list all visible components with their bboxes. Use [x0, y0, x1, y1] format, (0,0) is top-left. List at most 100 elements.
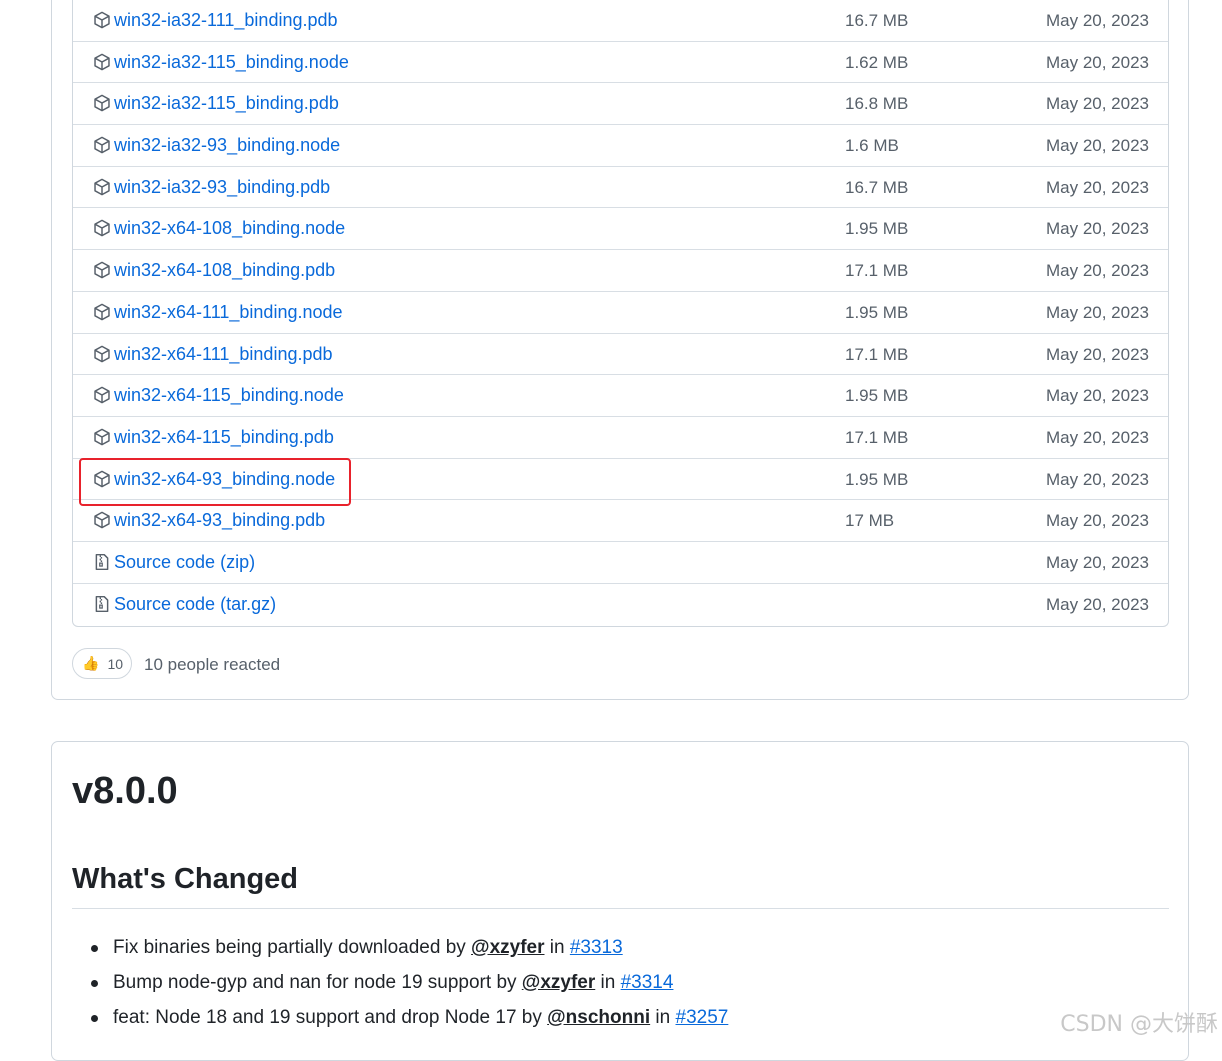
asset-row: win32-x64-111_binding.pdb 17.1 MB May 20, …: [73, 334, 1168, 376]
asset-name: win32-ia32-93_binding.node: [114, 135, 341, 156]
change-connector: in: [595, 972, 621, 993]
change-connector: in: [544, 937, 570, 958]
asset-date: May 20, 2023: [1045, 344, 1149, 364]
reaction-summary: 10 people reacted: [144, 655, 281, 674]
asset-row: win32-ia32-111_binding.pdb 16.7 MB May 20,…: [73, 0, 1168, 42]
pull-request-link[interactable]: #3314: [621, 972, 674, 993]
asset-download-link[interactable]: win32-ia32-93_binding.pdb: [114, 177, 330, 198]
change-text: Bump node-gyp and nan for node 19 suppor…: [113, 972, 522, 993]
user-mention-link[interactable]: @xzyfer: [471, 937, 544, 958]
asset-date: May 20, 2023: [1045, 594, 1149, 614]
asset-download-link[interactable]: win32-ia32-115_binding.pdb: [114, 93, 339, 114]
asset-date: May 20, 2023: [1045, 386, 1149, 406]
asset-date: May 20, 2023: [1045, 94, 1149, 114]
asset-download-link[interactable]: win32-ia32-93_binding.node: [114, 135, 340, 156]
asset-row: win32-ia32-115_binding.pdb 16.8 MB May 20,…: [73, 83, 1168, 126]
release-version-title[interactable]: v8.0.0: [72, 770, 178, 813]
reaction-button[interactable]: 👍 10: [72, 648, 132, 679]
asset-name: win32-x64-111_binding.node: [114, 301, 343, 322]
package-icon: [94, 428, 110, 446]
pull-request-link[interactable]: #3257: [676, 1007, 729, 1028]
asset-size: 1.95 MB: [845, 302, 909, 322]
asset-date: May 20, 2023: [1045, 136, 1149, 156]
package-icon: [94, 386, 110, 404]
asset-name: win32-ia32-115_binding.pdb: [114, 93, 339, 114]
thumbs-up-icon: 👍: [82, 655, 100, 671]
asset-name: win32-x64-111_binding.pdb: [114, 343, 333, 364]
assets-list: win32-ia32-111_binding.pdb 16.7 MB May 20,…: [72, 0, 1169, 627]
package-icon: [94, 53, 110, 71]
asset-size: 17.1 MB: [845, 427, 909, 447]
asset-name: Source code: [114, 551, 216, 572]
asset-date: May 20, 2023: [1045, 177, 1149, 197]
change-item: Fix binaries being partially downloaded …: [90, 930, 728, 965]
package-icon: [94, 220, 110, 237]
asset-size: 16.7 MB: [845, 11, 909, 30]
package-icon: [94, 303, 110, 321]
asset-row: win32-ia32-93_binding.node 1.6 MB May 20, …: [73, 125, 1168, 167]
asset-download-link[interactable]: win32-x64-108_binding.pdb: [114, 260, 335, 281]
asset-size: 1.95 MB: [845, 386, 909, 406]
asset-date: May 20, 2023: [1045, 11, 1149, 30]
asset-row: win32-x64-115_binding.pdb 17.1 MB May 20, …: [73, 417, 1168, 459]
asset-row: win32-x64-115_binding.node 1.95 MB May 20,…: [73, 375, 1168, 417]
package-icon: [94, 511, 110, 529]
user-mention-link[interactable]: @xzyfer: [522, 972, 595, 993]
asset-row: Source code (zip) May 20, 2023: [73, 542, 1168, 584]
asset-name: win32-ia32-111_binding.pdb: [114, 10, 338, 30]
change-item: Bump node-gyp and nan for node 19 suppor…: [90, 965, 728, 1000]
asset-download-link[interactable]: Source code (zip): [114, 552, 255, 573]
section-divider: [72, 908, 1169, 909]
asset-size: 1.95 MB: [845, 219, 909, 239]
asset-ext: (zip): [220, 551, 256, 572]
changes-list: Fix binaries being partially downloaded …: [90, 930, 728, 1035]
asset-date: May 20, 2023: [1045, 261, 1149, 281]
asset-size: 1.6 MB: [845, 136, 899, 156]
file-zip-icon: [95, 595, 109, 612]
asset-download-link[interactable]: win32-x64-115_binding.node: [114, 385, 344, 406]
asset-download-link[interactable]: win32-ia32-115_binding.node: [114, 52, 349, 73]
asset-ext: (tar.gz): [220, 593, 277, 614]
asset-size: 1.62 MB: [845, 52, 909, 72]
asset-download-link[interactable]: win32-x64-115_binding.pdb: [114, 427, 334, 448]
change-text: Fix binaries being partially downloaded …: [113, 937, 472, 958]
section-title: What's Changed: [72, 863, 299, 895]
user-mention-link[interactable]: @nschonni: [547, 1007, 650, 1028]
asset-name: Source code: [114, 593, 216, 614]
asset-size: 17.1 MB: [845, 344, 909, 364]
asset-date: May 20, 2023: [1045, 511, 1149, 531]
file-zip-icon: [95, 553, 109, 570]
change-connector: in: [650, 1007, 676, 1028]
asset-date: May 20, 2023: [1045, 219, 1149, 239]
reaction-count: 10: [107, 655, 124, 672]
asset-date: May 20, 2023: [1045, 552, 1149, 572]
asset-row: win32-x64-93_binding.pdb 17 MB May 20, 202…: [73, 500, 1168, 542]
watermark: CSDN @大饼酥: [1060, 1012, 1218, 1037]
asset-download-link[interactable]: win32-x64-111_binding.node: [114, 302, 343, 323]
asset-date: May 20, 2023: [1045, 469, 1149, 489]
asset-row: win32-x64-111_binding.node 1.95 MB May 20,…: [73, 292, 1168, 334]
asset-date: May 20, 2023: [1045, 302, 1149, 322]
asset-download-link[interactable]: Source code (tar.gz): [114, 594, 276, 615]
asset-download-link[interactable]: win32-ia32-111_binding.pdb: [114, 10, 338, 31]
package-icon: [94, 261, 110, 279]
asset-name: win32-x64-115_binding.pdb: [114, 426, 334, 447]
highlight-box: [79, 458, 351, 506]
asset-name: win32-ia32-93_binding.pdb: [114, 176, 331, 197]
asset-download-link[interactable]: win32-x64-111_binding.pdb: [114, 344, 333, 365]
package-icon: [94, 178, 110, 196]
change-item: feat: Node 18 and 19 support and drop No…: [90, 1000, 728, 1035]
asset-row: win32-ia32-93_binding.pdb 16.7 MB May 20, …: [73, 167, 1168, 209]
asset-name: win32-x64-115_binding.node: [114, 385, 344, 406]
pull-request-link[interactable]: #3313: [570, 937, 623, 958]
change-text: feat: Node 18 and 19 support and drop No…: [113, 1007, 548, 1028]
asset-size: 17 MB: [845, 511, 895, 531]
asset-name: win32-ia32-115_binding.node: [114, 51, 349, 72]
asset-row: win32-x64-108_binding.node 1.95 MB May 20,…: [73, 208, 1168, 251]
asset-download-link[interactable]: win32-x64-108_binding.node: [114, 218, 345, 239]
package-icon: [94, 11, 110, 29]
asset-download-link[interactable]: win32-x64-93_binding.pdb: [114, 510, 325, 531]
asset-name: win32-x64-93_binding.pdb: [114, 510, 326, 531]
asset-size: 16.7 MB: [845, 177, 909, 197]
asset-row: win32-ia32-115_binding.node 1.62 MB May 20…: [73, 42, 1168, 84]
